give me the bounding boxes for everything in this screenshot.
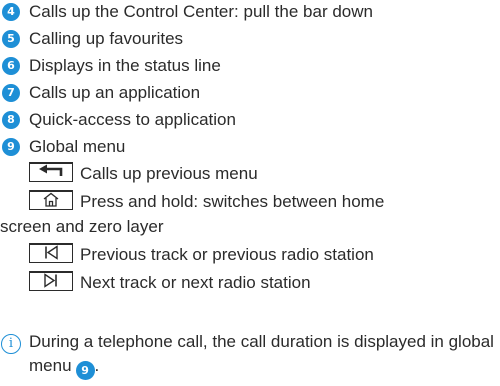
next-track-icon <box>29 271 73 291</box>
info-icon: i <box>1 334 21 354</box>
back-arrow-icon <box>29 162 73 182</box>
list-item-text: Calls up an application <box>29 83 201 102</box>
global-menu-item: Previous track or previous radio station <box>29 243 374 267</box>
global-menu-item: Press and hold: switches between home <box>29 190 384 214</box>
info-note-end: . <box>94 356 100 375</box>
step-number-badge: 9 <box>2 138 20 156</box>
list-item-text: Quick-access to application <box>29 110 236 129</box>
step-number-badge: 5 <box>2 30 20 48</box>
global-menu-item: Calls up previous menu <box>29 162 258 186</box>
step-number-badge: 6 <box>2 57 20 75</box>
step-number-badge: 4 <box>2 3 20 21</box>
global-menu-item: Next track or next radio station <box>29 271 311 295</box>
step-number-badge: 9 <box>75 361 95 380</box>
info-note: During a telephone call, the call durati… <box>29 330 494 380</box>
global-menu-item-text: Previous track or previous radio station <box>80 245 374 264</box>
list-item-text: Displays in the status line <box>29 56 221 75</box>
global-menu-item-text-cont: screen and zero layer <box>0 217 164 236</box>
global-menu-item-text: Next track or next radio station <box>80 273 311 292</box>
list-item-text: Calls up the Control Center: pull the ba… <box>29 2 373 21</box>
global-menu-item-text: Calls up previous menu <box>80 164 258 183</box>
list-item-text: Global menu <box>29 137 126 156</box>
step-number-badge: 7 <box>2 84 20 102</box>
step-number-badge: 8 <box>2 111 20 129</box>
home-icon <box>29 190 73 210</box>
list-item-text: Calling up favourites <box>29 29 184 48</box>
previous-track-icon <box>29 243 73 263</box>
global-menu-item-text: Press and hold: switches between home <box>80 192 385 211</box>
